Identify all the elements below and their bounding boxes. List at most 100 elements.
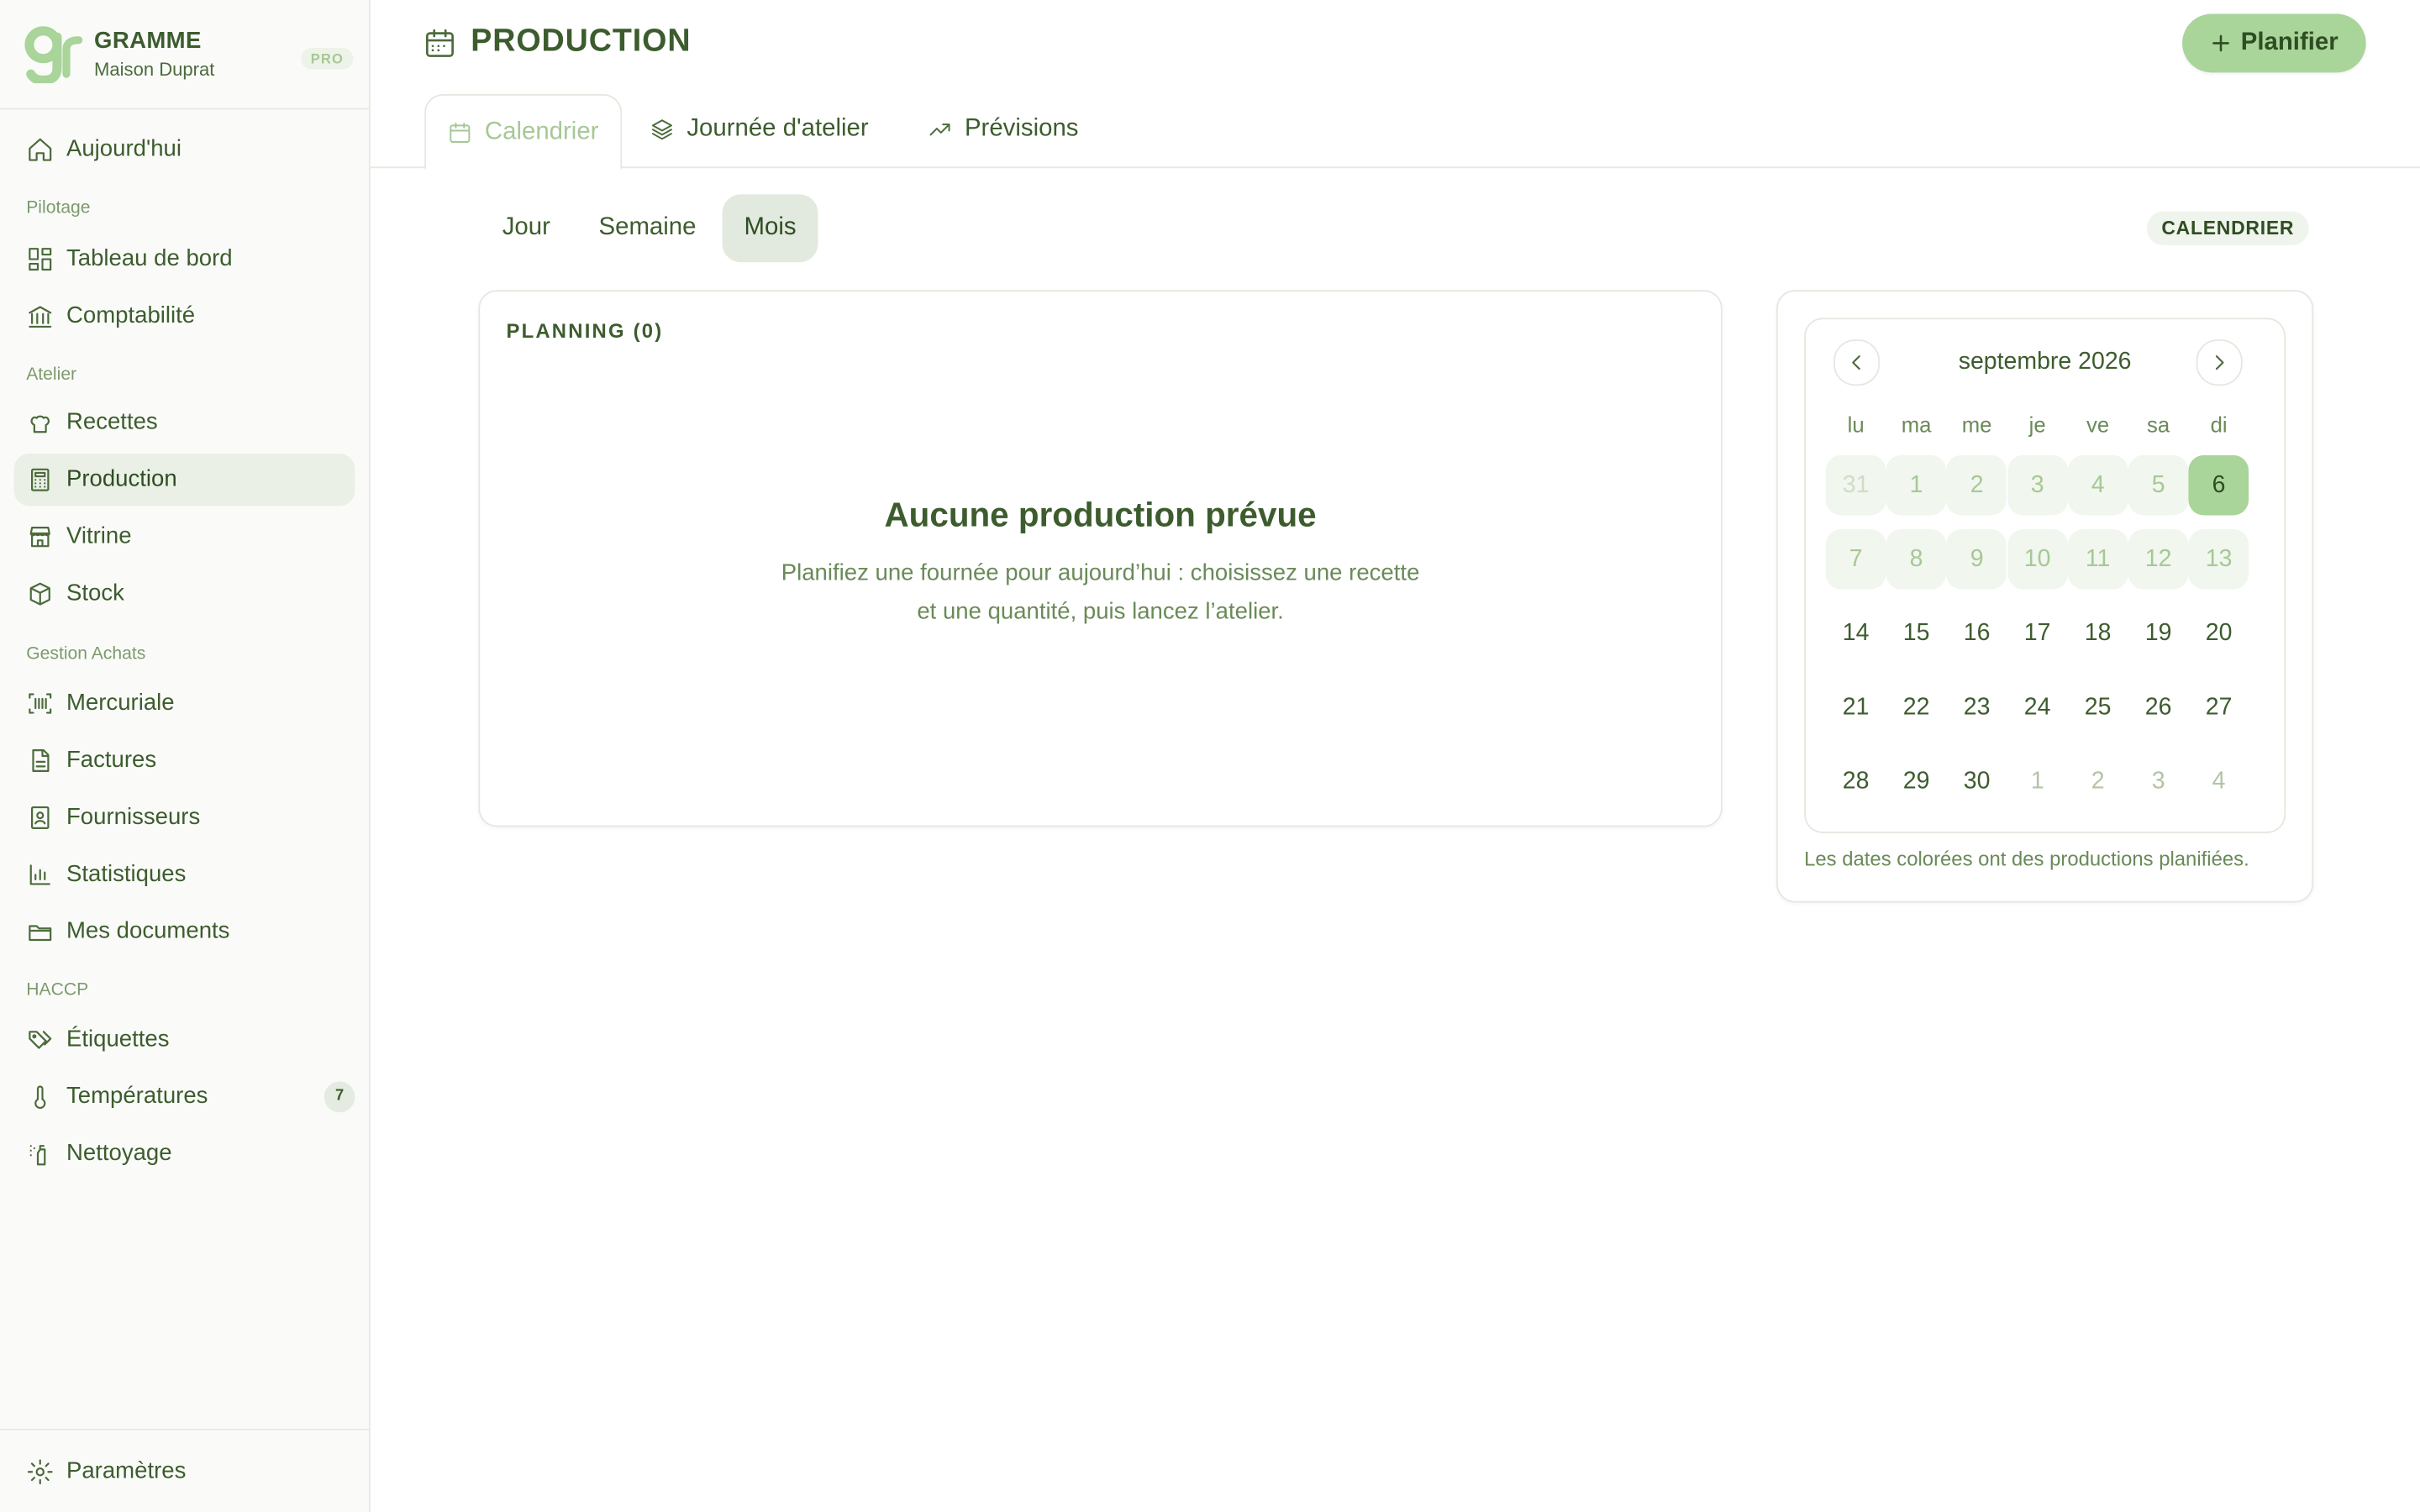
calendar-day[interactable]: 9 [1946,528,2007,590]
planning-title: PLANNING (0) [506,319,664,343]
brand-header: GRAMME Maison Duprat PRO [0,0,369,110]
nav-mercuriale[interactable]: Mercuriale [14,677,355,729]
nav-labels[interactable]: Étiquettes [14,1014,355,1066]
calculator-icon [31,468,50,491]
folder-icon [29,925,52,942]
calendar-day[interactable]: 28 [1826,751,1886,811]
nav-dashboard[interactable]: Tableau de bord [14,233,355,285]
tab-label: Calendrier [484,118,599,144]
calendar-day[interactable]: 18 [2068,603,2128,664]
nav-suppliers[interactable]: Fournisseurs [14,791,355,843]
brand-name: GRAMME [94,28,202,55]
calendar-day[interactable]: 3 [2007,454,2068,516]
nav-production[interactable]: Production [13,453,355,507]
calendar-day[interactable]: 14 [1826,603,1886,664]
calendar-day[interactable]: 1 [1886,454,1947,516]
tab-forecasts[interactable]: Prévisions [928,92,1079,166]
view-month[interactable]: Mois [722,194,818,263]
calendar-day[interactable]: 23 [1947,677,2007,738]
calendar-day[interactable]: 2 [1946,454,2007,516]
weekday-label: sa [2147,412,2170,437]
nav-label: Mes documents [66,917,230,945]
calendar-day[interactable]: 31 [1825,454,1886,516]
calendar-day[interactable]: 15 [1886,603,1947,664]
nav-invoices[interactable]: Factures [14,734,355,786]
weekday-label: ve [2086,412,2110,437]
nav-stock[interactable]: Stock [14,568,355,620]
calendar-day[interactable]: 4 [2067,454,2128,516]
store-icon [29,527,50,548]
nav-label: Nettoyage [66,1140,172,1167]
document-icon [32,748,50,772]
nav-label: Tableau de bord [66,245,233,272]
nav-accounting[interactable]: Comptabilité [14,290,355,342]
gramme-logo-icon [24,26,83,84]
plus-icon [2212,34,2229,52]
view-week[interactable]: Semaine [581,194,713,262]
calendar-day[interactable]: 22 [1886,677,1947,738]
calendar-day[interactable]: 25 [2068,677,2128,738]
calendar-day[interactable]: 27 [2189,677,2249,738]
page-title: PRODUCTION [471,23,692,59]
month-calendar: septembre 2026 lu ma me je ve sa di 31 1 2 3 4 5 6 7 8 9… [1804,318,2286,833]
calendar-day[interactable]: 17 [2007,603,2068,664]
tab-calendar[interactable]: Calendrier [424,94,623,171]
calendar-day[interactable]: 8 [1886,528,1947,590]
calendar-day[interactable]: 29 [1886,751,1947,811]
nav-label: Étiquettes [66,1026,170,1053]
plan-button-label: Planifier [2240,29,2338,56]
calendar-day[interactable]: 13 [2188,528,2249,590]
nav-label: Paramètres [66,1457,187,1484]
section-purchasing: Gestion Achats [26,644,146,664]
next-month-button[interactable] [2196,339,2243,386]
sidebar-footer: Paramètres [0,1428,369,1485]
nav-temperatures[interactable]: Températures 7 [14,1071,355,1123]
calendar-day[interactable]: 16 [1947,603,2007,664]
calendar-day[interactable]: 30 [1947,751,2007,811]
calendar-day[interactable]: 19 [2128,603,2189,664]
calendar-day[interactable]: 5 [2128,454,2189,516]
home-icon [29,138,52,161]
calendar-day[interactable]: 7 [1825,528,1886,590]
weekday-label: je [2028,412,2046,437]
calendar-day[interactable]: 2 [2068,751,2128,811]
calendar-day[interactable]: 4 [2189,751,2249,811]
calendar-day[interactable]: 3 [2128,751,2189,811]
nav-statistics[interactable]: Statistiques [14,848,355,900]
nav-label: Températures [66,1083,208,1110]
spray-icon [29,1145,46,1166]
empty-state-title: Aucune production prévue [884,495,1317,534]
calendar-day[interactable]: 6 [2188,454,2249,516]
calendar-day[interactable]: 10 [2007,528,2068,590]
thermometer-icon [34,1085,46,1109]
tab-label: Prévisions [964,115,1079,142]
nav-showcase[interactable]: Vitrine [14,511,355,563]
weekday-label: ma [1901,412,1932,437]
barcode-icon [29,693,52,714]
calendar-day[interactable]: 21 [1826,677,1886,738]
nav-today[interactable]: Aujourd'hui [14,123,355,176]
calendar-day[interactable]: 11 [2067,528,2128,590]
tab-workshop-day[interactable]: Journée d'atelier [650,92,869,166]
sidebar: GRAMME Maison Duprat PRO Aujourd'hui Pil… [0,0,371,1512]
calendar-day[interactable]: 12 [2128,528,2189,590]
nav-recipes[interactable]: Recettes [14,396,355,449]
plan-button[interactable]: Planifier [2182,13,2366,73]
calendar-day[interactable]: 24 [2007,677,2068,738]
nav-label: Comptabilité [66,302,196,329]
calendar-day[interactable]: 26 [2128,677,2189,738]
nav-label: Statistiques [66,860,187,888]
calendar-day[interactable]: 20 [2189,603,2249,664]
nav-documents[interactable]: Mes documents [14,906,355,958]
nav-settings[interactable]: Paramètres [14,1446,355,1498]
layers-icon [651,119,672,140]
view-day[interactable]: Jour [480,194,572,262]
calendar-day[interactable]: 1 [2007,751,2068,811]
calendar-note: Les dates colorées ont des productions p… [1804,847,2249,870]
nav-cleaning[interactable]: Nettoyage [14,1128,355,1180]
calendar-card: septembre 2026 lu ma me je ve sa di 31 1 2 3 4 5 6 7 8 9… [1776,290,2314,903]
nav-label: Aujourd'hui [66,135,182,162]
nav-label: Stock [66,580,124,606]
tab-label: Journée d'atelier [687,115,869,142]
nav-label: Production [66,465,177,492]
